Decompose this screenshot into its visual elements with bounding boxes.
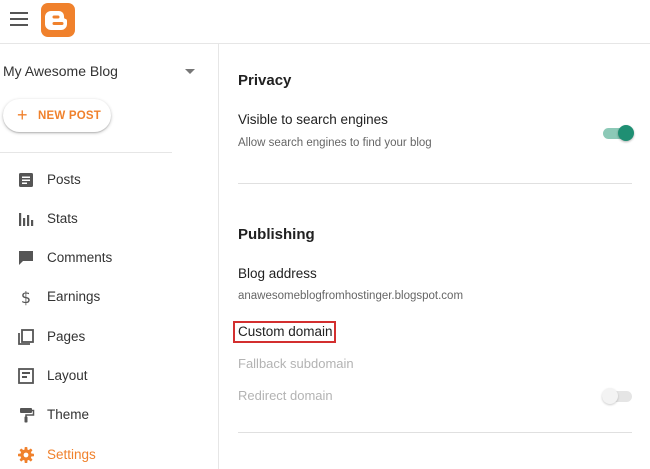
toggle-thumb xyxy=(602,388,618,404)
blog-address-label[interactable]: Blog address xyxy=(238,266,317,281)
search-visibility-description: Allow search engines to find your blog xyxy=(238,137,432,149)
comments-icon xyxy=(17,249,35,267)
sidebar-item-theme[interactable]: Theme xyxy=(0,398,219,432)
dollar-icon: $ xyxy=(17,288,35,306)
posts-icon xyxy=(17,171,35,189)
sidebar-item-posts[interactable]: Posts xyxy=(0,163,219,197)
hamburger-menu-icon[interactable] xyxy=(10,12,28,26)
pages-icon xyxy=(17,328,35,346)
blog-selector[interactable]: My Awesome Blog xyxy=(3,63,203,83)
sidebar-item-label: Settings xyxy=(47,447,96,462)
privacy-heading: Privacy xyxy=(238,72,291,89)
search-visibility-label[interactable]: Visible to search engines xyxy=(238,112,388,127)
stats-icon xyxy=(17,210,35,228)
svg-text:$: $ xyxy=(21,288,31,306)
sidebar: My Awesome Blog + NEW POST Posts Stats C… xyxy=(0,44,219,469)
blogger-logo-icon[interactable] xyxy=(41,3,75,37)
sidebar-item-label: Posts xyxy=(47,172,81,187)
layout-icon xyxy=(17,367,35,385)
sidebar-item-stats[interactable]: Stats xyxy=(0,202,219,236)
section-divider xyxy=(238,432,632,433)
sidebar-item-label: Pages xyxy=(47,329,85,344)
settings-main: Privacy Visible to search engines Allow … xyxy=(219,44,650,469)
new-post-button[interactable]: + NEW POST xyxy=(3,99,111,132)
plus-icon: + xyxy=(17,106,28,124)
sidebar-item-settings[interactable]: Settings xyxy=(0,438,219,469)
sidebar-item-label: Layout xyxy=(47,368,88,383)
search-visibility-toggle[interactable] xyxy=(603,123,635,143)
section-divider xyxy=(238,183,632,184)
blog-name: My Awesome Blog xyxy=(3,63,118,79)
sidebar-divider xyxy=(0,152,172,153)
toggle-thumb xyxy=(618,125,634,141)
custom-domain-highlight xyxy=(233,321,336,343)
fallback-subdomain-label: Fallback subdomain xyxy=(238,356,354,371)
sidebar-item-label: Stats xyxy=(47,211,78,226)
paint-roller-icon xyxy=(17,406,35,424)
publishing-heading: Publishing xyxy=(238,226,315,243)
new-post-label: NEW POST xyxy=(38,110,101,122)
top-bar xyxy=(0,0,650,44)
blog-address-value: anawesomeblogfromhostinger.blogspot.com xyxy=(238,290,463,302)
sidebar-item-label: Comments xyxy=(47,250,112,265)
gear-icon xyxy=(17,446,35,464)
sidebar-item-label: Theme xyxy=(47,407,89,422)
dropdown-caret-icon[interactable] xyxy=(185,69,195,74)
sidebar-item-label: Earnings xyxy=(47,289,100,304)
redirect-domain-label: Redirect domain xyxy=(238,388,333,403)
redirect-domain-toggle[interactable] xyxy=(602,386,634,406)
sidebar-item-pages[interactable]: Pages xyxy=(0,320,219,354)
sidebar-item-earnings[interactable]: $ Earnings xyxy=(0,280,219,314)
sidebar-item-comments[interactable]: Comments xyxy=(0,241,219,275)
sidebar-item-layout[interactable]: Layout xyxy=(0,359,219,393)
